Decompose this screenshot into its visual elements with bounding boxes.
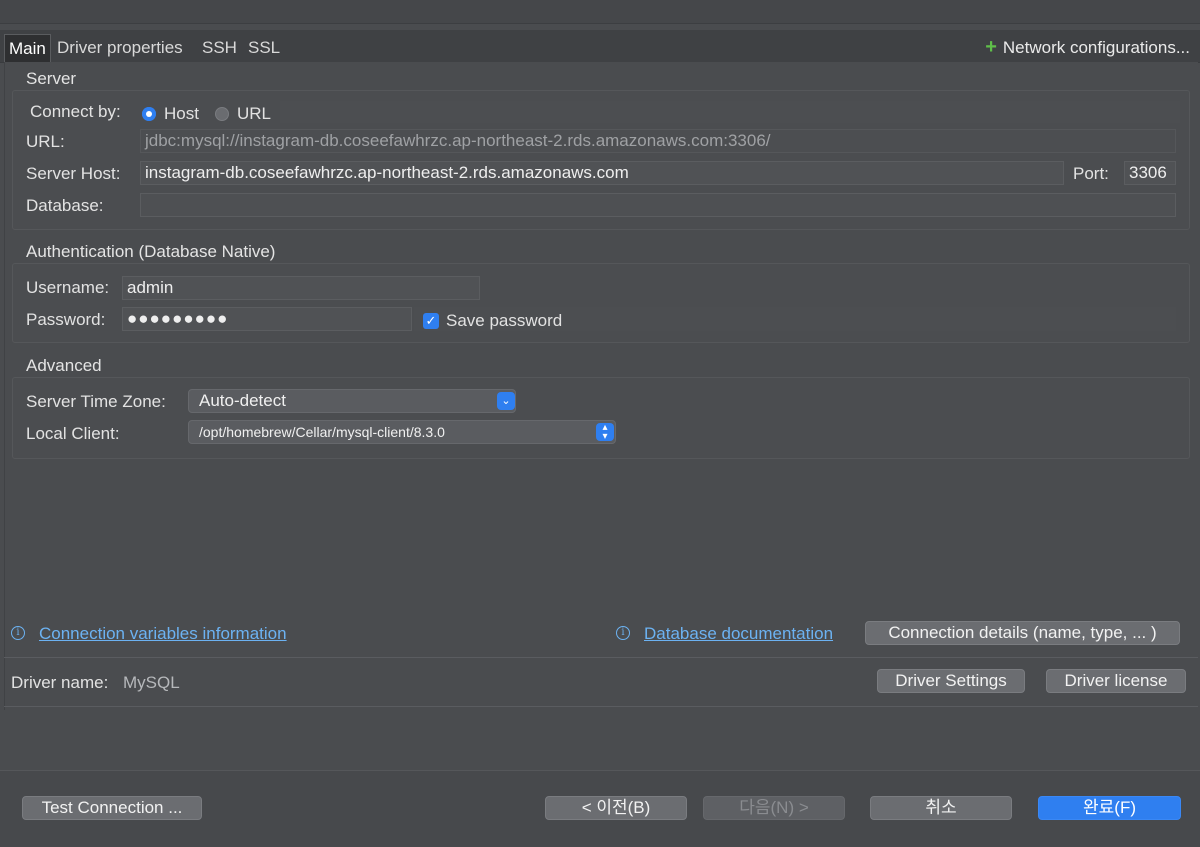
- chevron-down-icon[interactable]: ⌄: [497, 392, 515, 410]
- driver-name-label: Driver name:: [11, 673, 109, 692]
- password-label: Password:: [26, 310, 106, 329]
- info-icon: i: [11, 626, 25, 640]
- url-label: URL:: [26, 132, 65, 151]
- password-input[interactable]: ●●●●●●●●●: [122, 307, 412, 331]
- radio-host-indicator[interactable]: [142, 107, 156, 121]
- connect-by-row: [280, 101, 1180, 123]
- radio-url[interactable]: URL: [215, 104, 271, 124]
- username-label: Username:: [26, 278, 110, 297]
- tab-ssl[interactable]: SSL: [244, 34, 284, 62]
- database-input[interactable]: [140, 193, 1176, 217]
- local-client-label: Local Client:: [26, 424, 120, 443]
- server-host-input[interactable]: instagram-db.coseefawhrzc.ap-northeast-2…: [140, 161, 1064, 185]
- save-password-checkbox[interactable]: ✓ Save password: [423, 311, 562, 331]
- database-label: Database:: [26, 196, 104, 215]
- server-section-title: Server: [26, 69, 77, 88]
- radio-host-label: Host: [164, 104, 199, 123]
- tab-ssh[interactable]: SSH: [198, 34, 241, 62]
- connection-variables-link[interactable]: Connection variables information: [39, 624, 287, 644]
- advanced-section-title: Advanced: [26, 356, 102, 375]
- network-configurations-button[interactable]: + Network configurations...: [985, 36, 1190, 59]
- url-field[interactable]: jdbc:mysql://instagram-db.coseefawhrzc.a…: [140, 129, 1176, 153]
- server-timezone-value: Auto-detect: [199, 391, 286, 410]
- driver-settings-button[interactable]: Driver Settings: [877, 669, 1025, 693]
- save-password-label: Save password: [446, 311, 563, 330]
- server-timezone-select[interactable]: Auto-detect: [188, 389, 516, 413]
- port-input[interactable]: 3306: [1124, 161, 1176, 185]
- finish-button[interactable]: 완료(F): [1038, 796, 1181, 820]
- connection-details-button[interactable]: Connection details (name, type, ... ): [865, 621, 1180, 645]
- database-documentation-link[interactable]: Database documentation: [644, 624, 833, 644]
- radio-url-label: URL: [237, 104, 272, 123]
- port-label: Port:: [1073, 164, 1109, 183]
- next-button[interactable]: 다음(N) >: [703, 796, 845, 820]
- auth-section-title: Authentication (Database Native): [26, 242, 276, 261]
- title-strip: [0, 0, 1200, 24]
- connect-by-label: Connect by:: [30, 102, 121, 121]
- local-client-value: /opt/homebrew/Cellar/mysql-client/8.3.0: [199, 424, 445, 440]
- tab-main[interactable]: Main: [4, 34, 51, 62]
- radio-host[interactable]: Host: [142, 104, 199, 124]
- auth-group: [12, 263, 1190, 343]
- server-timezone-label: Server Time Zone:: [26, 392, 166, 411]
- divider: [4, 657, 1198, 658]
- divider: [4, 706, 1198, 707]
- tab-driver-properties[interactable]: Driver properties: [53, 34, 187, 62]
- checkmark-icon[interactable]: ✓: [423, 313, 439, 329]
- updown-chevron-icon[interactable]: ▴ ▾: [596, 423, 614, 442]
- info-icon: i: [616, 626, 630, 640]
- cancel-button[interactable]: 취소: [870, 796, 1012, 820]
- plus-icon: +: [985, 36, 997, 58]
- previous-button[interactable]: < 이전(B): [545, 796, 687, 820]
- local-client-select[interactable]: /opt/homebrew/Cellar/mysql-client/8.3.0: [188, 420, 616, 444]
- driver-name-value: MySQL: [123, 673, 180, 692]
- network-configurations-label: Network configurations...: [1002, 38, 1190, 57]
- driver-license-button[interactable]: Driver license: [1046, 669, 1186, 693]
- test-connection-button[interactable]: Test Connection ...: [22, 796, 202, 820]
- radio-url-indicator[interactable]: [215, 107, 229, 121]
- server-host-label: Server Host:: [26, 164, 121, 183]
- username-input[interactable]: admin: [122, 276, 480, 300]
